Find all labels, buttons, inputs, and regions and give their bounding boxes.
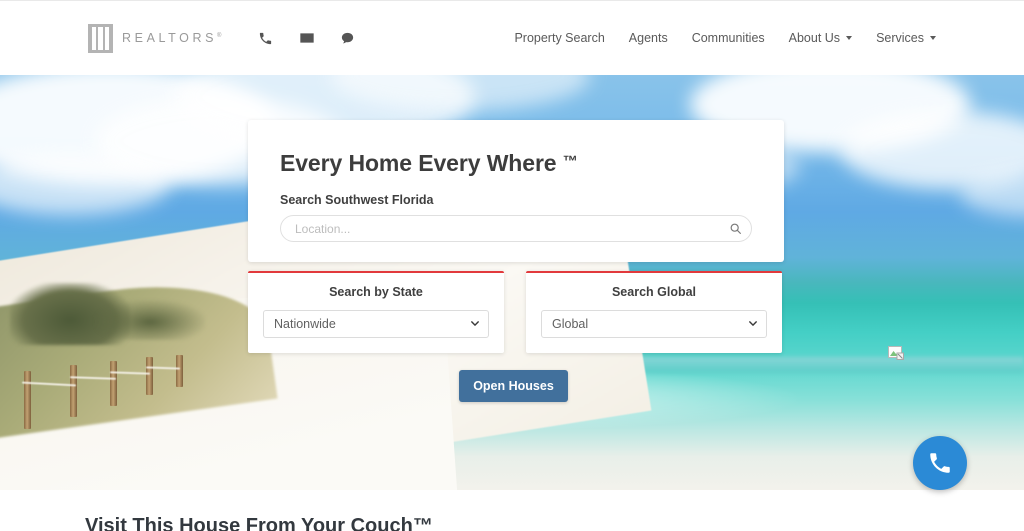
search-by-state-card: Search by State Nationwide bbox=[248, 271, 504, 353]
chevron-down-icon bbox=[846, 36, 853, 40]
search-global-card: Search Global Global bbox=[526, 271, 782, 353]
brand-name: REALTORS® bbox=[122, 31, 222, 45]
nav-label: Services bbox=[876, 31, 924, 45]
header-inner: REALTORS® Property Search Agents Communi… bbox=[0, 1, 1024, 75]
nav-item-communities[interactable]: Communities bbox=[692, 31, 765, 45]
search-label: Search Southwest Florida bbox=[280, 193, 434, 207]
visit-house-section: Visit This House From Your Couch™ bbox=[0, 490, 1024, 531]
email-icon[interactable] bbox=[298, 30, 315, 47]
nav-label: About Us bbox=[788, 31, 841, 45]
chat-icon[interactable] bbox=[339, 30, 356, 47]
page-root: REALTORS® Property Search Agents Communi… bbox=[0, 0, 1024, 531]
vip-monogram-logo-icon bbox=[88, 23, 113, 53]
nav-item-services[interactable]: Services bbox=[876, 31, 936, 45]
header-contact-icons bbox=[257, 30, 356, 47]
open-houses-button[interactable]: Open Houses bbox=[459, 370, 568, 402]
phone-icon bbox=[930, 453, 950, 473]
nav-item-agents[interactable]: Agents bbox=[629, 31, 668, 45]
hero-section: Every Home Every Where ™ Search Southwes… bbox=[0, 75, 1024, 490]
hero-search-card: Every Home Every Where ™ Search Southwes… bbox=[248, 120, 784, 262]
visit-house-heading: Visit This House From Your Couch™ bbox=[85, 515, 433, 531]
search-box bbox=[280, 215, 752, 242]
hero-content: Every Home Every Where ™ Search Southwes… bbox=[0, 75, 1024, 490]
nav-label: Agents bbox=[628, 31, 668, 45]
nav-label: Communities bbox=[691, 31, 765, 45]
site-header: REALTORS® Property Search Agents Communi… bbox=[0, 0, 1024, 75]
phone-icon[interactable] bbox=[257, 30, 274, 47]
brand-logo-link[interactable]: REALTORS® bbox=[88, 23, 222, 53]
search-by-state-title: Search by State bbox=[329, 285, 423, 299]
broken-image-icon bbox=[888, 345, 904, 361]
search-global-title: Search Global bbox=[611, 285, 697, 299]
main-navigation: Property Search Agents Communities About… bbox=[514, 31, 936, 45]
brand-trademark: ® bbox=[217, 32, 222, 39]
nav-label: Property Search bbox=[514, 31, 605, 45]
state-select-wrap: Nationwide bbox=[263, 310, 489, 338]
chevron-down-icon bbox=[930, 36, 936, 40]
search-input[interactable] bbox=[280, 215, 752, 242]
search-icon[interactable] bbox=[728, 222, 742, 236]
nav-item-about-us[interactable]: About Us bbox=[788, 31, 853, 45]
floating-call-button[interactable] bbox=[913, 436, 967, 490]
nav-item-property-search[interactable]: Property Search bbox=[514, 31, 604, 45]
state-select[interactable]: Nationwide bbox=[263, 310, 489, 338]
title-trademark: ™ bbox=[562, 153, 578, 170]
global-select[interactable]: Global bbox=[541, 310, 767, 338]
page-title: Every Home Every Where ™ bbox=[280, 150, 578, 176]
global-select-wrap: Global bbox=[541, 310, 767, 338]
